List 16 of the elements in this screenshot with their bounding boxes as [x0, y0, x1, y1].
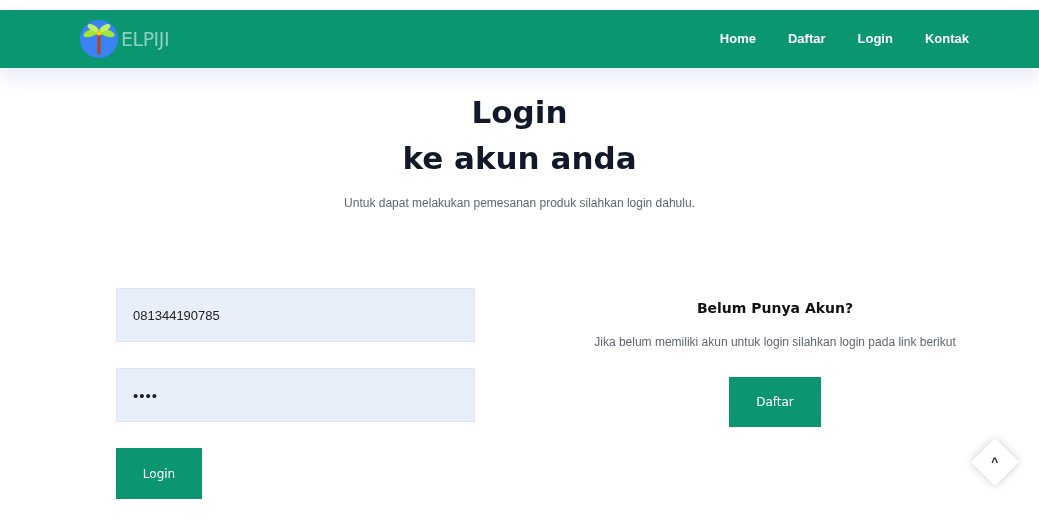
phone-field[interactable]: 081344190785 [116, 288, 475, 342]
register-heading: Belum Punya Akun? [696, 299, 854, 318]
nav-link[interactable]: Kontak [924, 29, 969, 49]
nav-link[interactable]: Login [857, 29, 893, 49]
page-title: Login [471, 93, 568, 132]
password-field[interactable]: •••• [116, 368, 475, 422]
palm-tree-logo-icon[interactable] [80, 20, 118, 58]
scroll-top-button[interactable]: ^ [970, 437, 1020, 487]
register-text: Jika belum memiliki akun untuk login silahkan login pada link berikut [594, 334, 956, 351]
page-subtitle: ke akun anda [402, 139, 637, 178]
nav-link[interactable]: Home [719, 29, 756, 49]
intro-text: Untuk dapat melakukan pemesanan produk silahkan login dahulu. [344, 195, 695, 212]
brand-name[interactable]: ELPIJI [121, 24, 169, 54]
register-button[interactable]: Daftar [729, 377, 821, 427]
nav-link[interactable]: Daftar [787, 29, 826, 49]
login-button[interactable]: Login [116, 448, 202, 499]
